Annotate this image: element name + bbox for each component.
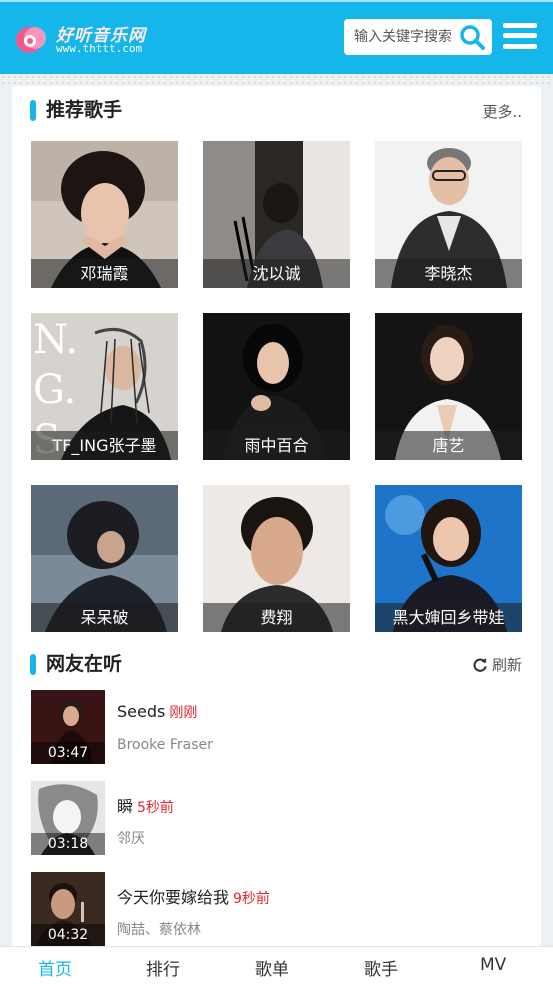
artist-name: 李晓杰 xyxy=(375,259,522,288)
header-top-line xyxy=(0,0,553,2)
nav-home[interactable]: 首页 xyxy=(38,955,72,980)
search-icon[interactable] xyxy=(458,24,486,50)
main-card: 推荐歌手 更多.. 邓瑞霞 沈以诚 李晓杰 N. G. TF_ING张子墨 雨中… xyxy=(12,86,541,984)
artist-card[interactable]: 雨中百合 xyxy=(203,313,350,460)
song-played-time: 5秒前 xyxy=(137,800,174,816)
song-item[interactable]: 03:47 Seeds 刚刚 Brooke Fraser xyxy=(31,690,521,764)
refresh-label: 刷新 xyxy=(491,656,522,674)
svg-text:G.: G. xyxy=(33,367,76,413)
refresh-icon xyxy=(473,657,487,672)
recommend-title: 推荐歌手 xyxy=(46,99,123,121)
song-item[interactable]: 03:18 瞬 5秒前 邻厌 xyxy=(31,781,521,855)
artist-name: 唐艺 xyxy=(375,431,522,460)
song-cover: 04:32 xyxy=(31,872,105,946)
song-title-line: 今天你要嫁给我 9秒前 xyxy=(117,884,270,908)
recommend-section-header: 推荐歌手 xyxy=(30,96,330,126)
artist-card[interactable]: 黑大婶回乡带娃 xyxy=(375,485,522,632)
more-link[interactable]: 更多.. xyxy=(482,101,522,122)
song-duration: 03:47 xyxy=(31,742,105,764)
search-box xyxy=(344,19,492,55)
song-title-line: 瞬 5秒前 xyxy=(117,793,174,817)
section-accent-bar xyxy=(30,654,36,675)
listening-section-header: 网友在听 xyxy=(30,650,330,680)
song-duration: 04:32 xyxy=(31,924,105,946)
song-artist: 陶喆、蔡依林 xyxy=(117,922,201,938)
nav-ranking[interactable]: 排行 xyxy=(146,955,180,980)
song-artist: Brooke Fraser xyxy=(117,737,213,753)
song-item[interactable]: 04:32 今天你要嫁给我 9秒前 陶喆、蔡依林 xyxy=(31,872,521,946)
decorative-dots xyxy=(0,74,553,84)
section-accent-bar xyxy=(30,100,36,121)
site-logo[interactable]: 好听音乐网 www.thttt.com xyxy=(14,20,154,60)
song-played-time: 刚刚 xyxy=(169,705,198,721)
song-cover: 03:47 xyxy=(31,690,105,764)
artist-name: 费翔 xyxy=(203,603,350,632)
artist-name: TF_ING张子墨 xyxy=(31,431,178,460)
song-duration: 03:18 xyxy=(31,833,105,855)
artist-card[interactable]: N. G. S TF_ING张子墨 xyxy=(31,313,178,460)
listening-title: 网友在听 xyxy=(46,653,123,675)
logo-url: www.thttt.com xyxy=(56,42,143,55)
song-title: 瞬 xyxy=(117,797,134,816)
bottom-nav: 首页 排行 歌单 歌手 MV xyxy=(0,946,553,984)
artist-card[interactable]: 邓瑞霞 xyxy=(31,141,178,288)
song-artist: 邻厌 xyxy=(117,831,145,847)
song-title: 今天你要嫁给我 xyxy=(117,888,230,907)
artist-card[interactable]: 费翔 xyxy=(203,485,350,632)
refresh-button[interactable]: 刷新 xyxy=(473,654,522,675)
svg-text:N.: N. xyxy=(33,317,78,363)
nav-playlist[interactable]: 歌单 xyxy=(255,955,289,980)
artist-name: 呆呆破 xyxy=(31,603,178,632)
hamburger-menu-icon[interactable] xyxy=(503,21,537,51)
song-cover: 03:18 xyxy=(31,781,105,855)
artist-card[interactable]: 李晓杰 xyxy=(375,141,522,288)
artist-name: 黑大婶回乡带娃 xyxy=(375,603,522,632)
top-header: 好听音乐网 www.thttt.com xyxy=(0,0,553,74)
artist-name: 沈以诚 xyxy=(203,259,350,288)
artist-name: 邓瑞霞 xyxy=(31,259,178,288)
artist-card[interactable]: 沈以诚 xyxy=(203,141,350,288)
nav-singers[interactable]: 歌手 xyxy=(364,955,398,980)
search-input[interactable] xyxy=(344,19,456,55)
logo-mark-icon xyxy=(16,27,46,53)
artist-card[interactable]: 呆呆破 xyxy=(31,485,178,632)
song-played-time: 9秒前 xyxy=(233,891,270,907)
song-title: Seeds xyxy=(117,702,166,721)
artist-name: 雨中百合 xyxy=(203,431,350,460)
artist-card[interactable]: 唐艺 xyxy=(375,313,522,460)
song-title-line: Seeds 刚刚 xyxy=(117,702,197,722)
nav-mv[interactable]: MV xyxy=(480,955,506,975)
